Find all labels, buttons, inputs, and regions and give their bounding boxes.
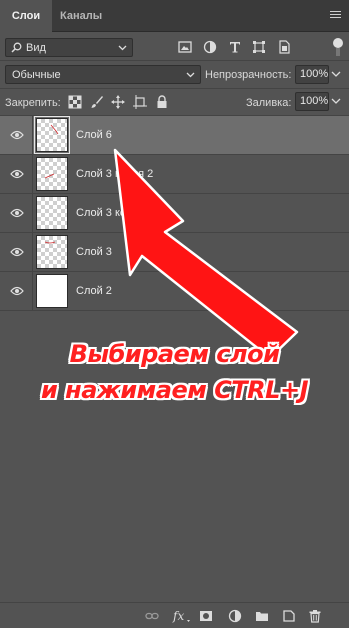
new-group-icon[interactable]	[255, 609, 269, 623]
adjustment-layer-icon[interactable]	[228, 609, 242, 623]
svg-text:fx: fx	[172, 609, 184, 623]
layers-bottom-toolbar: fx	[0, 602, 349, 628]
new-layer-icon[interactable]	[282, 609, 296, 623]
annotation-arrow-icon	[113, 148, 299, 360]
annotation-line-1: Выбираем слой	[69, 340, 280, 368]
annotation-line-2: и нажимаем CTRL+J	[40, 376, 309, 404]
add-mask-icon[interactable]	[199, 609, 213, 623]
delete-icon[interactable]	[308, 609, 322, 623]
fx-icon[interactable]: fx	[172, 609, 190, 623]
link-layers-icon[interactable]	[145, 609, 159, 623]
